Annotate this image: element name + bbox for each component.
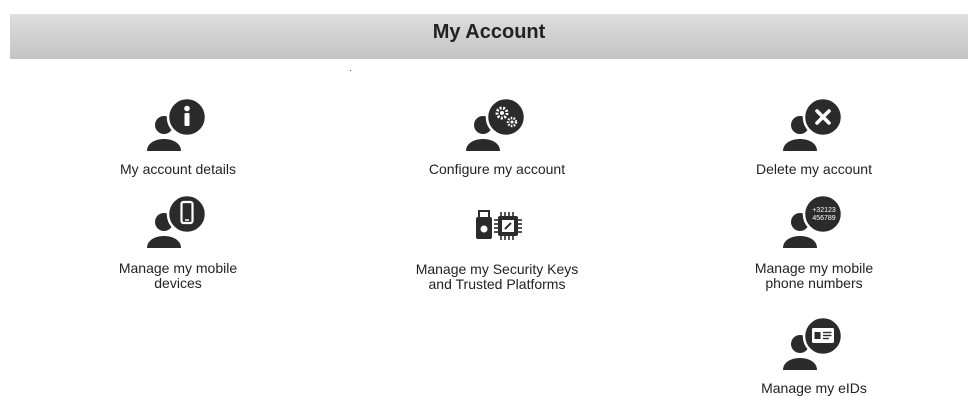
- user-phone-numbers-icon: +32123 456789: [783, 196, 844, 248]
- mobile-devices-label: Manage my mobile devices: [118, 260, 238, 291]
- security-key-chip-icon: [476, 210, 522, 240]
- account-details-tile[interactable]: My account details: [83, 99, 273, 177]
- phone-badge-line-1: +32123: [812, 207, 836, 214]
- page-title: My Account: [432, 21, 546, 43]
- stray-dot: [350, 70, 351, 71]
- eids-tile[interactable]: Manage my eIDs: [719, 318, 909, 396]
- security-keys-label: Manage my Security Keys and Trusted Plat…: [415, 261, 579, 292]
- phone-numbers-label: Manage my mobile phone numbers: [754, 260, 874, 291]
- security-keys-tile[interactable]: Manage my Security Keys and Trusted Plat…: [402, 207, 592, 292]
- mobile-devices-tile[interactable]: Manage my mobile devices: [83, 196, 273, 291]
- user-eid-icon: [783, 318, 844, 370]
- page-header: My Account: [10, 14, 968, 59]
- delete-account-tile[interactable]: Delete my account: [719, 99, 909, 177]
- configure-account-tile[interactable]: Configure my account: [402, 99, 592, 177]
- account-details-label: My account details: [120, 161, 236, 177]
- phone-numbers-tile[interactable]: +32123 456789 Manage my mobile phone num…: [719, 196, 909, 291]
- user-info-icon: [147, 99, 208, 151]
- delete-account-label: Delete my account: [756, 161, 872, 177]
- eids-label: Manage my eIDs: [761, 380, 867, 396]
- user-mobile-icon: [147, 196, 208, 248]
- user-delete-icon: [783, 99, 844, 151]
- phone-badge-line-2: 456789: [812, 215, 835, 222]
- configure-account-label: Configure my account: [428, 161, 566, 177]
- user-gears-icon: [466, 99, 527, 151]
